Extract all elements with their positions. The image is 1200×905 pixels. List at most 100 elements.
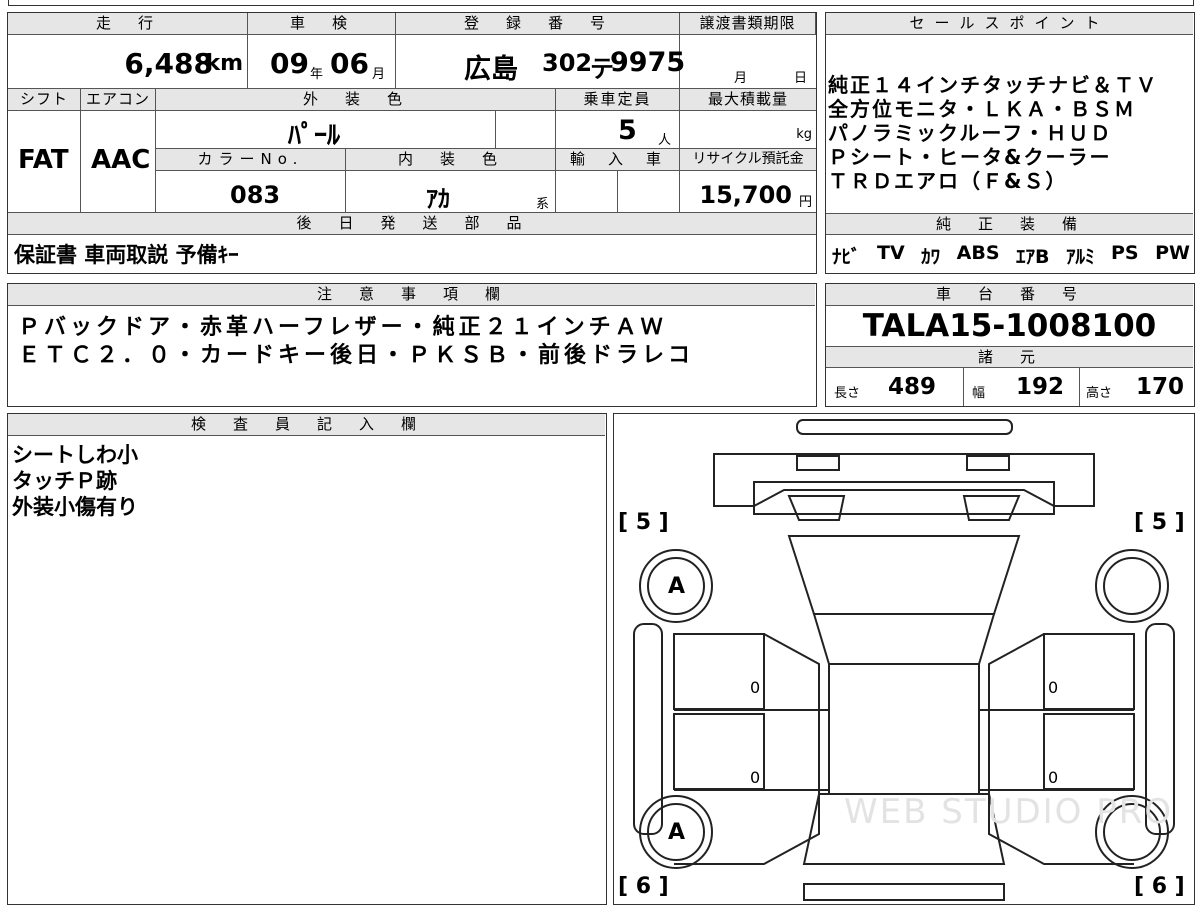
caution-line: ＥＴＣ２．０・カードキー後日・ＰＫＳＢ・前後ドラレコ [18, 343, 695, 368]
deadline-cell: 月 日 [680, 35, 816, 89]
recycle-value: 15,700 [699, 181, 792, 209]
equipment-item: ｴｱB [1016, 246, 1050, 268]
inspector-notes: シートしわ小 タッチＰ跡 外装小傷有り [12, 442, 138, 520]
colorno-cell: 083 [156, 171, 346, 213]
registration-header: 登 録 番 号 [396, 13, 680, 35]
inspector-line: シートしわ小 [12, 443, 138, 467]
mileage-header: 走 行 [8, 13, 248, 35]
maxload-unit: kg [796, 127, 812, 142]
sales-line: ＴＲＤエアロ（Ｆ&Ｓ） [828, 169, 1068, 193]
colorno-value: 083 [230, 181, 281, 209]
width-cell: 幅 192 [964, 368, 1080, 406]
mileage-value: 6,488 [124, 47, 213, 80]
length-cell: 長さ 489 [826, 368, 964, 406]
height-label: 高さ [1086, 386, 1113, 401]
panel-count-bottom-left: [ 6 ] [618, 874, 669, 899]
recycle-cell: 15,700 円 [680, 171, 816, 213]
damage-mark-right-rear-door: 0 [1048, 768, 1059, 787]
shaken-cell: 09 年 06 月 [248, 35, 396, 89]
height-cell: 高さ 170 [1080, 368, 1193, 406]
deadline-day: 日 [794, 71, 808, 86]
inspector-line: タッチＰ跡 [12, 469, 117, 493]
caution-line: Ｐバックドア・赤革ハーフレザー・純正２１インチＡＷ [18, 315, 667, 340]
inspector-header: 検 査 員 記 入 欄 [8, 414, 605, 436]
interior-unit: 系 [536, 197, 550, 212]
shaken-header: 車 検 [248, 13, 396, 35]
import-header: 輸 入 車 [556, 149, 680, 171]
later-parts-header: 後 日 発 送 部 品 [8, 213, 816, 235]
width-label: 幅 [972, 386, 986, 401]
later-parts-items: 保証書 車両取説 予備ｷｰ [14, 243, 239, 267]
shift-value: FAT [18, 145, 69, 175]
maxload-cell: kg [680, 111, 816, 149]
aircon-header: エアコン [81, 89, 156, 111]
reg-area: 広島 [464, 54, 518, 85]
shaken-year-unit: 年 [310, 67, 324, 82]
exterior-cell: ﾊﾟｰﾙ [156, 111, 496, 151]
vehicle-info-table: 走 行 車 検 登 録 番 号 譲渡書類期限 6,488 km 09 年 06 … [7, 12, 817, 274]
wheel-grade-rear-left: A [668, 820, 686, 845]
sales-point-header: セールスポイント [826, 13, 1193, 35]
maxload-header: 最大積載量 [680, 89, 816, 111]
length-value: 489 [888, 374, 937, 400]
reg-number: 9975 [610, 47, 686, 78]
sales-line: パノラミックルーフ・ＨＵＤ [828, 121, 1113, 145]
deadline-month: 月 [734, 71, 748, 86]
height-value: 170 [1136, 374, 1185, 400]
car-diagram-box: [ 5 ] [ 5 ] [ 6 ] [ 6 ] A A 0 0 0 0 WEB … [613, 413, 1195, 905]
caution-header: 注 意 事 項 欄 [8, 284, 815, 306]
equipment-item: PS [1110, 242, 1139, 264]
aircon-cell: AAC [81, 111, 156, 213]
capacity-value: 5 [618, 115, 637, 146]
exterior-extra-cell [496, 111, 556, 149]
equipment-item: ｱﾙﾐ [1065, 246, 1095, 268]
damage-mark-left-front-door: 0 [750, 678, 761, 697]
sales-line: Ｐシート・ヒータ&クーラー [828, 145, 1112, 169]
exterior-header: 外 装 色 [156, 89, 556, 111]
deadline-header: 譲渡書類期限 [680, 13, 816, 35]
inspector-box: 検 査 員 記 入 欄 シートしわ小 タッチＰ跡 外装小傷有り [7, 413, 607, 905]
damage-mark-left-rear-door: 0 [750, 768, 761, 787]
panel-count-top-left: [ 5 ] [618, 510, 669, 535]
panel-count-bottom-right: [ 6 ] [1134, 874, 1185, 899]
capacity-header: 乗車定員 [556, 89, 680, 111]
shaken-month: 06 [330, 47, 369, 80]
sales-line: 全方位モニタ・ＬＫＡ・ＢＳＭ [828, 97, 1136, 121]
interior-header: 内 装 色 [346, 149, 556, 171]
equipment-item: ｶﾜ [921, 246, 941, 268]
equipment-list: ﾅﾋﾞ TV ｶﾜ ABS ｴｱB ｱﾙﾐ PS PW [832, 242, 1190, 269]
chassis-header: 車 台 番 号 [826, 284, 1193, 306]
sales-line: 純正１４インチタッチナビ＆ＴＶ [828, 73, 1158, 97]
recycle-header: リサイクル預託金 [680, 149, 816, 171]
shaken-year: 09 [270, 47, 309, 80]
width-value: 192 [1016, 374, 1065, 400]
damage-mark-right-front-door: 0 [1048, 678, 1059, 697]
wheel-grade-front-left: A [668, 574, 686, 599]
interior-cell: ｱｶ 系 [346, 171, 556, 213]
colorno-header: カラーNo. [156, 149, 346, 171]
length-label: 長さ [834, 386, 861, 401]
equipment-item: TV [877, 242, 905, 264]
mileage-cell: 6,488 km [8, 35, 248, 89]
caution-lines: Ｐバックドア・赤革ハーフレザー・純正２１インチＡＷ ＥＴＣ２．０・カードキー後日… [18, 314, 694, 370]
capacity-cell: 5 人 [556, 111, 680, 149]
shaken-month-unit: 月 [372, 67, 386, 82]
recycle-unit: 円 [798, 195, 812, 210]
sales-point-box: セールスポイント 純正１４インチタッチナビ＆ＴＶ 全方位モニタ・ＬＫＡ・ＢＳＭ … [825, 12, 1195, 274]
watermark: WEB STUDIO PRO [844, 792, 1174, 832]
equipment-item: ﾅﾋﾞ [832, 246, 861, 268]
chassis-box: 車 台 番 号 TALA15-1008100 諸 元 長さ 489 幅 192 … [825, 283, 1195, 407]
aircon-value: AAC [91, 145, 151, 175]
panel-count-top-right: [ 5 ] [1134, 510, 1185, 535]
reg-class: 302 [542, 49, 593, 77]
registration-cell: 広島 302 テ 9975 [396, 35, 685, 89]
import-cell-a [556, 171, 618, 213]
equipment-item: ABS [956, 242, 1000, 264]
shift-cell: FAT [8, 111, 81, 213]
chassis-number: TALA15-1008100 [862, 308, 1157, 344]
caution-box: 注 意 事 項 欄 Ｐバックドア・赤革ハーフレザー・純正２１インチＡＷ ＥＴＣ２… [7, 283, 817, 407]
top-cropped-strip [8, 0, 1194, 6]
equipment-item: PW [1155, 242, 1190, 264]
sales-point-lines: 純正１４インチタッチナビ＆ＴＶ 全方位モニタ・ＬＫＡ・ＢＳＭ パノラミックルーフ… [828, 73, 1158, 193]
shift-header: シフト [8, 89, 81, 111]
